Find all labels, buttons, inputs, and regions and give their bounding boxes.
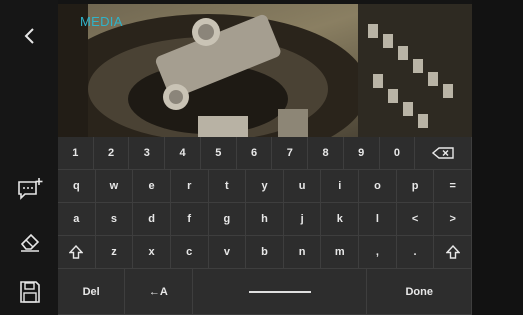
back-button[interactable] xyxy=(14,20,46,52)
key-w[interactable]: w xyxy=(95,170,134,203)
key-x[interactable]: x xyxy=(133,236,171,269)
chevron-left-icon xyxy=(24,28,34,44)
back-char-key[interactable]: ←A xyxy=(125,269,193,315)
key-5[interactable]: 5 xyxy=(200,137,237,170)
key-g[interactable]: g xyxy=(208,203,247,236)
key-p[interactable]: p xyxy=(396,170,435,203)
key-c[interactable]: c xyxy=(170,236,209,269)
key-j[interactable]: j xyxy=(283,203,322,236)
key-u[interactable]: u xyxy=(283,170,322,203)
key-y[interactable]: y xyxy=(246,170,284,203)
key-comma[interactable]: , xyxy=(359,236,397,269)
save-icon xyxy=(20,281,40,303)
key-4[interactable]: 4 xyxy=(165,137,201,170)
key-9[interactable]: 9 xyxy=(343,137,380,170)
save-button[interactable] xyxy=(14,276,46,308)
key-h[interactable]: h xyxy=(246,203,284,236)
right-panel xyxy=(472,0,523,315)
keyboard-row-home: a s d f g h j k l < > xyxy=(58,203,473,236)
key-b[interactable]: b xyxy=(246,236,284,269)
add-text-button[interactable] xyxy=(14,172,46,204)
key-r[interactable]: r xyxy=(170,170,209,203)
key-2[interactable]: 2 xyxy=(93,137,130,170)
eraser-icon xyxy=(20,233,40,252)
key-greater-than[interactable]: > xyxy=(434,203,473,236)
key-s[interactable]: s xyxy=(95,203,134,236)
on-screen-keyboard: 1 2 3 4 5 6 7 8 9 0 q w e r t y u i o p … xyxy=(58,137,473,315)
key-l[interactable]: l xyxy=(359,203,397,236)
key-6[interactable]: 6 xyxy=(236,137,273,170)
keyboard-row-qwerty: q w e r t y u i o p = xyxy=(58,170,473,203)
keyboard-row-function: Del ←A Done xyxy=(58,269,472,315)
key-z[interactable]: z xyxy=(95,236,134,269)
key-t[interactable]: t xyxy=(208,170,247,203)
shift-key-right[interactable] xyxy=(434,236,473,269)
left-toolbar xyxy=(0,0,58,315)
key-less-than[interactable]: < xyxy=(396,203,435,236)
key-v[interactable]: v xyxy=(208,236,247,269)
key-d[interactable]: d xyxy=(133,203,171,236)
key-equals[interactable]: = xyxy=(434,170,473,203)
key-7[interactable]: 7 xyxy=(272,137,309,170)
add-text-icon xyxy=(18,178,43,200)
key-0[interactable]: 0 xyxy=(379,137,416,170)
space-bar-line xyxy=(248,290,311,293)
backspace-icon xyxy=(432,147,454,159)
key-8[interactable]: 8 xyxy=(308,137,344,170)
camera-view: MEDIA xyxy=(58,4,472,137)
key-e[interactable]: e xyxy=(133,170,171,203)
key-i[interactable]: i xyxy=(321,170,360,203)
shift-icon xyxy=(69,245,84,259)
key-3[interactable]: 3 xyxy=(129,137,166,170)
key-a[interactable]: a xyxy=(58,203,96,236)
keyboard-row-numbers: 1 2 3 4 5 6 7 8 9 0 xyxy=(58,137,472,170)
key-f[interactable]: f xyxy=(170,203,209,236)
key-q[interactable]: q xyxy=(58,170,96,203)
key-m[interactable]: m xyxy=(321,236,360,269)
key-1[interactable]: 1 xyxy=(58,137,94,170)
keyboard-row-bottom-letters: z x c v b n m , . xyxy=(58,236,473,269)
delete-key[interactable]: Del xyxy=(58,269,126,315)
key-n[interactable]: n xyxy=(283,236,322,269)
done-key[interactable]: Done xyxy=(367,269,472,315)
key-period[interactable]: . xyxy=(396,236,435,269)
shift-key-left[interactable] xyxy=(58,236,96,269)
backspace-key[interactable] xyxy=(415,137,472,170)
space-key[interactable] xyxy=(192,269,368,315)
key-o[interactable]: o xyxy=(359,170,397,203)
shift-icon xyxy=(445,245,460,259)
eraser-button[interactable] xyxy=(14,225,46,257)
media-label: MEDIA xyxy=(80,14,123,29)
key-k[interactable]: k xyxy=(321,203,360,236)
